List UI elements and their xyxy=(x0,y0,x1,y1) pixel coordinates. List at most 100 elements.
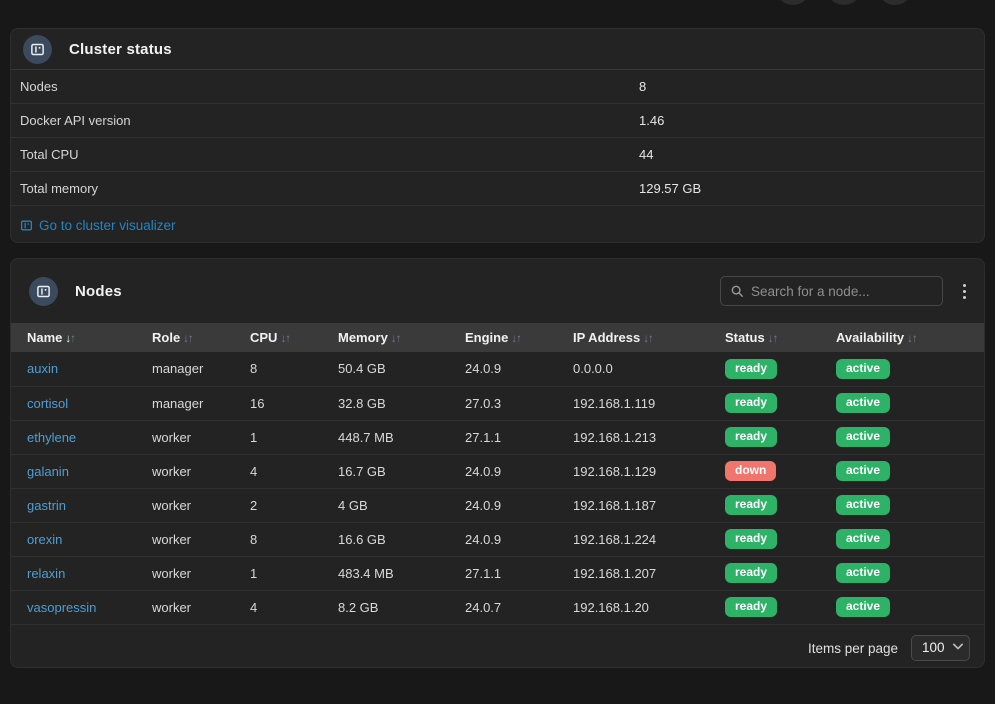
status-badge: ready xyxy=(725,597,777,617)
stat-label: Total CPU xyxy=(20,147,79,162)
column-label: Name xyxy=(27,330,62,345)
cell-status: down xyxy=(709,454,820,488)
nodes-panel-title: Nodes xyxy=(75,283,122,300)
cell-availability: active xyxy=(820,386,984,420)
cell-cpu: 1 xyxy=(234,556,322,590)
column-header-name[interactable]: Name↓↑ xyxy=(11,323,136,352)
availability-badge: active xyxy=(836,597,890,617)
table-row: cortisolmanager1632.8 GB27.0.3192.168.1.… xyxy=(11,386,984,420)
column-label: CPU xyxy=(250,330,277,345)
cell-role: worker xyxy=(136,556,234,590)
cell-role: worker xyxy=(136,522,234,556)
nodes-table-header-row: Name↓↑Role↓↑CPU↓↑Memory↓↑Engine↓↑IP Addr… xyxy=(11,323,984,352)
window-control-button-1[interactable] xyxy=(775,0,811,5)
cell-engine: 24.0.7 xyxy=(449,590,557,624)
node-search-box xyxy=(720,276,943,306)
node-name-link[interactable]: cortisol xyxy=(11,386,136,420)
status-badge: ready xyxy=(725,563,777,583)
cell-availability: active xyxy=(820,420,984,454)
column-header-memory[interactable]: Memory↓↑ xyxy=(322,323,449,352)
cell-cpu: 16 xyxy=(234,386,322,420)
cluster-status-header: Cluster status xyxy=(11,29,984,70)
column-header-status[interactable]: Status↓↑ xyxy=(709,323,820,352)
cell-role: worker xyxy=(136,420,234,454)
nodes-table-body: auxinmanager850.4 GB 24.0.9 0.0.0.0 ready ac… xyxy=(11,352,984,624)
cell-availability: active xyxy=(820,454,984,488)
cell-role: worker xyxy=(136,488,234,522)
cell-role: manager xyxy=(136,352,234,386)
node-name-link[interactable]: vasopressin xyxy=(11,590,136,624)
cell-cpu: 8 xyxy=(234,352,322,386)
cell-role: worker xyxy=(136,590,234,624)
cell-memory: 4 GB xyxy=(322,488,449,522)
cell-memory: 16.7 GB xyxy=(322,454,449,488)
node-name-link[interactable]: orexin xyxy=(11,522,136,556)
column-header-cpu[interactable]: CPU↓↑ xyxy=(234,323,322,352)
cell-role: manager xyxy=(136,386,234,420)
cell-role: worker xyxy=(136,454,234,488)
stat-row-total-cpu: Total CPU 44 xyxy=(11,138,984,172)
cell-status: ready xyxy=(709,590,820,624)
stat-value: 8 xyxy=(639,79,646,94)
cluster-status-title: Cluster status xyxy=(69,41,172,58)
table-row: relaxinworker1483.4 MB27.1.1192.168.1.20… xyxy=(11,556,984,590)
column-header-engine[interactable]: Engine↓↑ xyxy=(449,323,557,352)
items-per-page-select[interactable]: 100 xyxy=(911,635,970,661)
node-search-input[interactable] xyxy=(751,284,933,299)
table-row: galaninworker416.7 GB24.0.9192.168.1.129… xyxy=(11,454,984,488)
stat-row-docker-api-version: Docker API version 1.46 xyxy=(11,104,984,138)
column-header-role[interactable]: Role↓↑ xyxy=(136,323,234,352)
window-control-button-2[interactable] xyxy=(826,0,862,5)
window-control-button-3[interactable] xyxy=(877,0,913,5)
status-badge: ready xyxy=(725,495,777,515)
node-name-link[interactable]: galanin xyxy=(11,454,136,488)
cell-engine: 27.0.3 xyxy=(449,386,557,420)
table-settings-button[interactable] xyxy=(957,280,972,303)
node-name-link[interactable]: auxin xyxy=(11,352,136,386)
column-label: Availability xyxy=(836,330,904,345)
cell-engine: 24.0.9 xyxy=(449,522,557,556)
items-per-page-label: Items per page xyxy=(808,641,898,656)
stat-value: 1.46 xyxy=(639,113,664,128)
cluster-status-panel: Cluster status Nodes 8 Docker API versio… xyxy=(10,28,985,243)
stat-value: 129.57 GB xyxy=(639,181,701,196)
status-badge: ready xyxy=(725,427,777,447)
sort-arrows-icon: ↓↑ xyxy=(768,333,778,345)
cell-ip: 0.0.0.0 xyxy=(557,352,709,386)
cell-cpu: 2 xyxy=(234,488,322,522)
node-name-link[interactable]: relaxin xyxy=(11,556,136,590)
cluster-visualizer-link-label: Go to cluster visualizer xyxy=(39,218,176,233)
availability-badge: active xyxy=(836,495,890,515)
node-name-link[interactable]: gastrin xyxy=(11,488,136,522)
table-row: auxinmanager850.4 GB24.0.90.0.0.0readyac… xyxy=(11,352,984,386)
cell-availability: active xyxy=(820,590,984,624)
cell-status: ready xyxy=(709,420,820,454)
table-row: gastrinworker24 GB24.0.9192.168.1.187rea… xyxy=(11,488,984,522)
stat-value: 44 xyxy=(639,147,653,162)
column-header-ip-address[interactable]: IP Address↓↑ xyxy=(557,323,709,352)
node-name-link[interactable]: ethylene xyxy=(11,420,136,454)
cell-engine: 27.1.1 xyxy=(449,420,557,454)
column-header-availability[interactable]: Availability↓↑ xyxy=(820,323,984,352)
cell-availability: active xyxy=(820,522,984,556)
stat-label: Nodes xyxy=(20,79,58,94)
availability-badge: active xyxy=(836,427,890,447)
nodes-panel-header: Nodes xyxy=(11,259,984,323)
sort-arrows-icon: ↓↑ xyxy=(183,333,193,345)
cell-engine: 24.0.9 xyxy=(449,488,557,522)
cell-status: ready xyxy=(709,522,820,556)
table-row: ethyleneworker1448.7 MB27.1.1192.168.1.2… xyxy=(11,420,984,454)
sort-arrows-icon: ↓↑ xyxy=(907,333,917,345)
cell-availability: active xyxy=(820,352,984,386)
cell-memory: 16.6 GB xyxy=(322,522,449,556)
server-icon xyxy=(20,219,33,232)
cell-memory: 50.4 GB xyxy=(322,352,449,386)
cluster-visualizer-link[interactable]: Go to cluster visualizer xyxy=(20,218,176,233)
sort-arrows-icon: ↓↑ xyxy=(511,333,521,345)
stat-label: Total memory xyxy=(20,181,98,196)
status-badge: ready xyxy=(725,529,777,549)
table-footer: Items per page 100 xyxy=(11,625,984,665)
column-label: Engine xyxy=(465,330,508,345)
availability-badge: active xyxy=(836,393,890,413)
cell-ip: 192.168.1.129 xyxy=(557,454,709,488)
